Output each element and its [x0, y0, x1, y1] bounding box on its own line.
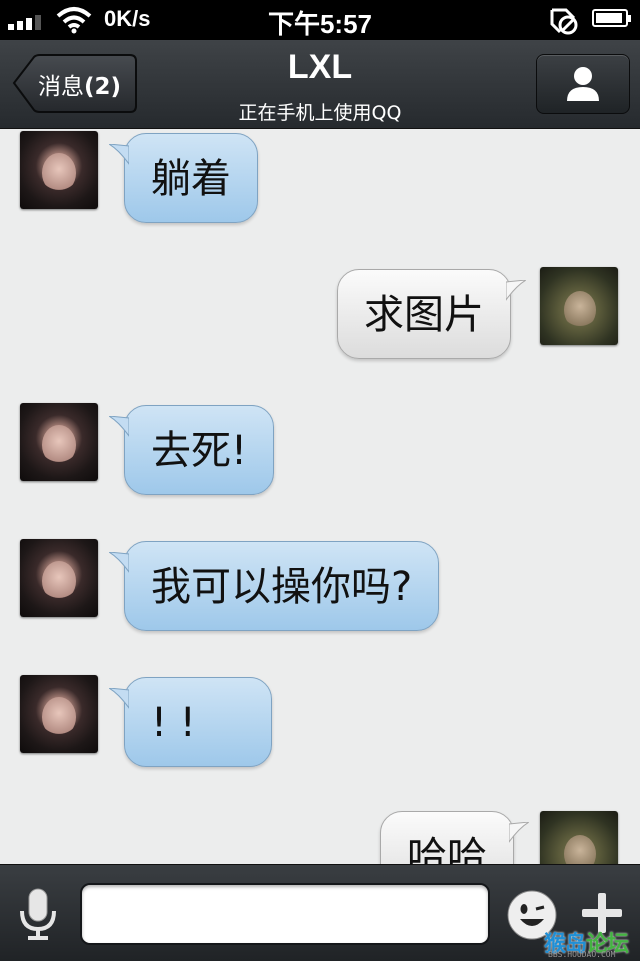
person-icon	[567, 67, 599, 101]
message-bubble-incoming[interactable]: 我可以操你吗?	[109, 541, 440, 631]
message-bubble-incoming[interactable]: 躺着	[109, 133, 258, 223]
my-avatar[interactable]	[540, 267, 618, 345]
microphone-icon[interactable]	[16, 887, 60, 941]
message-bubble-outgoing[interactable]: 求图片	[337, 269, 526, 359]
contact-avatar[interactable]	[20, 403, 98, 481]
message-text: 去死!	[151, 428, 248, 474]
nav-bar: 消息(2) LXL 正在手机上使用QQ	[0, 40, 640, 129]
message-text: 躺着	[151, 156, 231, 202]
message-text: 求图片	[364, 292, 484, 338]
chat-area[interactable]: 躺着 求图片 去死! 我可以操你吗? ! ! 哈哈	[0, 129, 640, 864]
message-input[interactable]	[80, 883, 490, 945]
watermark-url: BBS.HOUDAO.COM	[548, 950, 616, 959]
my-avatar[interactable]	[540, 811, 618, 864]
contact-avatar[interactable]	[20, 675, 98, 753]
status-bar: 0K/s 下午5:57	[0, 0, 640, 40]
clock: 下午5:57	[267, 9, 373, 39]
message-text: 哈哈	[407, 834, 487, 864]
message-bubble-outgoing[interactable]: 哈哈	[380, 811, 529, 864]
contact-avatar[interactable]	[20, 131, 98, 209]
message-bubble-incoming[interactable]: 去死!	[109, 405, 275, 495]
profile-button[interactable]	[536, 54, 630, 114]
contact-avatar[interactable]	[20, 539, 98, 617]
message-text: ! !	[151, 700, 196, 746]
message-text: 我可以操你吗?	[151, 564, 413, 610]
message-bubble-incoming[interactable]: ! !	[109, 677, 272, 767]
battery-icon	[592, 9, 631, 27]
sync-icon	[550, 8, 578, 35]
